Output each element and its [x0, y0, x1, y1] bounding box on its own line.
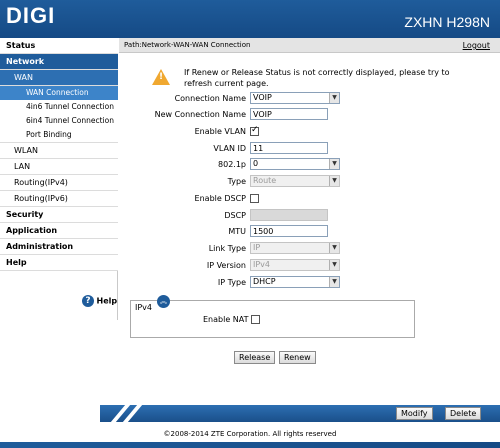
collapse-icon[interactable]: ︽ — [157, 295, 170, 308]
row-connection-name: Connection Name VOIP ▼ — [120, 92, 500, 106]
nav-security[interactable]: Security — [0, 207, 118, 223]
type-select: Route ▼ — [250, 175, 340, 187]
help-button-label: Help — [96, 296, 118, 306]
dscp-input — [250, 209, 328, 221]
ip-type-select[interactable]: DHCP ▼ — [250, 276, 340, 288]
breadcrumb-bar: Path:Network-WAN-WAN Connection Logout — [119, 38, 500, 53]
dot1p-select[interactable]: 0 ▼ — [250, 158, 340, 170]
mtu-input[interactable] — [250, 225, 328, 237]
chevron-down-icon: ▼ — [329, 277, 339, 287]
link-type-label: Link Type — [208, 244, 246, 253]
vlan-id-input[interactable] — [250, 142, 328, 154]
chevron-down-icon: ▼ — [329, 159, 339, 169]
sidebar: Status Network WAN WAN Connection 4in6 T… — [0, 38, 118, 320]
connection-name-select[interactable]: VOIP ▼ — [250, 92, 340, 104]
vlan-id-label: VLAN ID — [213, 144, 246, 153]
logout-link[interactable]: Logout — [463, 41, 490, 50]
chevron-down-icon: ▼ — [329, 176, 339, 186]
modify-button[interactable]: Modify — [396, 407, 433, 420]
type-label: Type — [227, 177, 246, 186]
row-mtu: MTU — [120, 225, 500, 239]
mtu-label: MTU — [228, 227, 246, 236]
enable-nat-checkbox[interactable] — [251, 315, 260, 324]
footer-toolbar: Modify Delete — [100, 405, 500, 422]
nav-network[interactable]: Network — [0, 54, 118, 70]
brand-logo: DIGI — [6, 3, 56, 28]
copyright: ©2008-2014 ZTE Corporation. All rights r… — [163, 430, 337, 438]
dscp-label: DSCP — [224, 211, 246, 220]
delete-button[interactable]: Delete — [445, 407, 482, 420]
nav-6in4-tunnel[interactable]: 6in4 Tunnel Connection — [0, 114, 118, 128]
nav-routing-ipv6[interactable]: Routing(IPv6) — [0, 191, 118, 207]
row-8021p: 802.1p 0 ▼ — [120, 158, 500, 172]
enable-nat-label: Enable NAT — [203, 315, 249, 324]
ipv4-legend: IPv4 — [135, 303, 153, 312]
dot1p-label: 802.1p — [218, 160, 246, 169]
ip-version-select: IPv4 ▼ — [250, 259, 340, 271]
row-ip-type: IP Type DHCP ▼ — [120, 276, 500, 290]
notice-text: If Renew or Release Status is not correc… — [184, 68, 450, 88]
nav-port-binding[interactable]: Port Binding — [0, 128, 118, 143]
ip-type-label: IP Type — [217, 278, 246, 287]
header-banner: DIGI ZXHN H298N — [0, 0, 500, 38]
enable-dscp-label: Enable DSCP — [194, 194, 246, 203]
new-connection-name-label: New Connection Name — [154, 110, 246, 119]
enable-vlan-checkbox[interactable] — [250, 125, 259, 136]
row-enable-vlan: Enable VLAN — [120, 125, 500, 139]
nav-wlan[interactable]: WLAN — [0, 143, 118, 159]
row-dscp: DSCP — [120, 209, 500, 223]
row-type: Type Route ▼ — [120, 175, 500, 189]
row-link-type: Link Type IP ▼ — [120, 242, 500, 256]
nav-administration[interactable]: Administration — [0, 239, 118, 255]
breadcrumb: Path:Network-WAN-WAN Connection — [124, 41, 251, 49]
nav-wan-connection[interactable]: WAN Connection — [0, 86, 118, 100]
row-vlan-id: VLAN ID — [120, 142, 500, 156]
nav-help[interactable]: Help — [0, 255, 118, 271]
row-ip-version: IP Version IPv4 ▼ — [120, 259, 500, 273]
chevron-down-icon: ▼ — [329, 260, 339, 270]
bottom-bar — [0, 442, 500, 448]
nav-application[interactable]: Application — [0, 223, 118, 239]
help-icon: ? — [82, 295, 94, 307]
new-connection-name-input[interactable] — [250, 108, 328, 120]
nav-status[interactable]: Status — [0, 38, 118, 54]
enable-dscp-checkbox[interactable] — [250, 194, 259, 203]
nav-wan[interactable]: WAN — [0, 70, 118, 86]
device-model: ZXHN H298N — [404, 14, 490, 30]
nav-lan[interactable]: LAN — [0, 159, 118, 175]
renew-button[interactable]: Renew — [279, 351, 316, 364]
chevron-down-icon: ▼ — [329, 243, 339, 253]
chevron-down-icon: ▼ — [329, 93, 339, 103]
row-new-connection-name: New Connection Name — [120, 108, 500, 122]
ip-version-label: IP Version — [206, 261, 246, 270]
help-button[interactable]: ? Help — [82, 295, 117, 307]
ipv4-section: IPv4 ︽ Enable NAT — [130, 295, 415, 338]
enable-vlan-label: Enable VLAN — [194, 127, 246, 136]
link-type-select: IP ▼ — [250, 242, 340, 254]
nav-4in6-tunnel[interactable]: 4in6 Tunnel Connection — [0, 100, 118, 114]
nav-routing-ipv4[interactable]: Routing(IPv4) — [0, 175, 118, 191]
warning-icon: ! — [152, 69, 170, 85]
row-enable-dscp: Enable DSCP — [120, 192, 500, 206]
release-button[interactable]: Release — [234, 351, 276, 364]
connection-name-label: Connection Name — [174, 94, 246, 103]
